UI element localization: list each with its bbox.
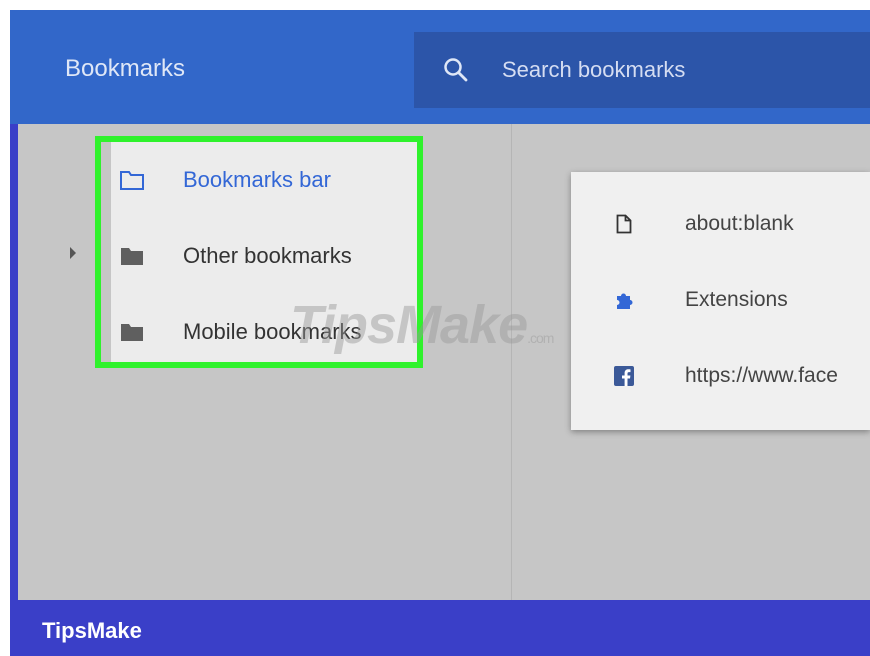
tree-item-label: Bookmarks bar: [183, 167, 331, 192]
search-input[interactable]: Search bookmarks: [502, 57, 685, 83]
watermark-suffix: .com: [527, 330, 554, 346]
puzzle-icon: [613, 288, 635, 312]
search-bar[interactable]: Search bookmarks: [414, 32, 870, 108]
watermark: TipsMake.com: [290, 294, 554, 356]
tree-item-other-bookmarks[interactable]: Other bookmarks: [119, 236, 352, 276]
list-item[interactable]: https://www.face: [613, 356, 838, 396]
list-item-label: about:blank: [685, 212, 794, 235]
list-item[interactable]: Extensions: [613, 280, 788, 320]
list-item-label: https://www.face: [685, 364, 838, 387]
folder-icon: [121, 248, 143, 265]
pane-divider: [511, 124, 512, 600]
page-title: Bookmarks: [65, 55, 186, 82]
expand-arrow-icon[interactable]: [70, 247, 76, 259]
list-item[interactable]: about:blank: [613, 204, 794, 244]
facebook-icon: [613, 364, 635, 388]
search-icon: [444, 58, 468, 82]
list-item-label: Extensions: [685, 288, 788, 311]
tree-item-label: Other bookmarks: [183, 243, 352, 268]
bookmark-list-card: about:blank Extensions https://www.face: [571, 172, 870, 430]
footer-bar: TipsMake: [10, 600, 870, 656]
tree-item-bookmarks-bar[interactable]: Bookmarks bar: [119, 160, 331, 200]
page-icon: [613, 212, 635, 236]
app-header: Bookmarks Search bookmarks: [10, 10, 870, 124]
folder-outline-icon: [120, 171, 144, 190]
main-content: Bookmarks bar Other bookmarks Mobile boo…: [18, 124, 870, 600]
footer-brand: TipsMake: [42, 618, 142, 643]
watermark-text: TipsMake: [290, 295, 528, 355]
highlight-gap: [101, 142, 111, 362]
folder-icon: [121, 324, 143, 341]
